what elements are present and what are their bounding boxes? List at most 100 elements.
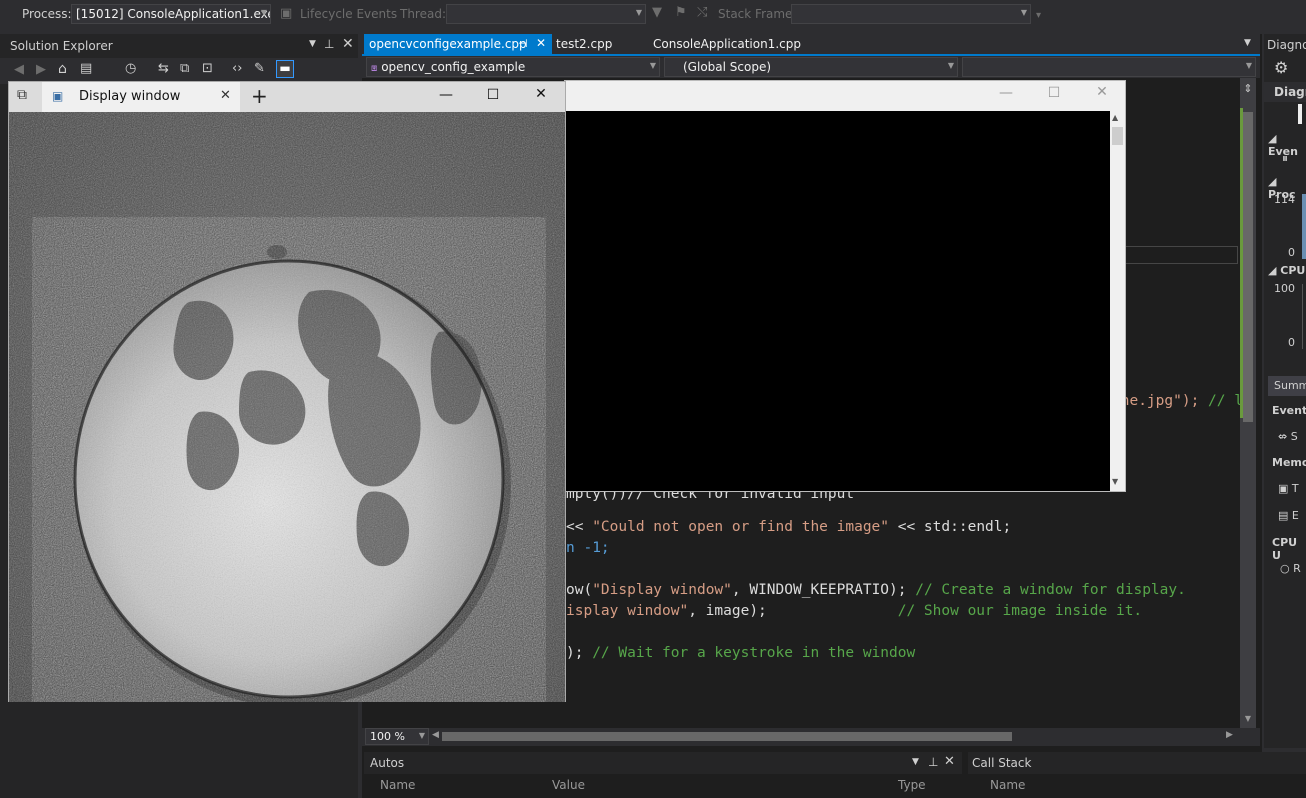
process-value: [15012] ConsoleApplication1.exe [76,7,271,21]
back-icon[interactable]: ◀ [14,62,24,77]
thread-combo[interactable]: ▼ [446,4,646,24]
collapse-all-icon[interactable]: ⧉ [180,61,189,76]
autos-col-value[interactable]: Value [552,778,585,792]
close-icon[interactable]: ✕ [220,88,231,103]
editor-nav-bar: ⧆ opencv_config_example ▼ (Global Scope)… [362,56,1260,78]
scrollbar-thumb[interactable] [1112,127,1123,145]
properties-icon[interactable]: ✎ [254,61,265,76]
record-cpu-item[interactable]: ○ R [1280,562,1301,575]
maximize-icon[interactable]: ☐ [1039,85,1069,101]
process-max-value: 114 [1274,193,1295,206]
code-string: "Display window" [592,582,732,598]
thread-label: Thread: [400,7,447,21]
scroll-up-icon[interactable]: ▲ [1112,113,1118,122]
flag-icon[interactable]: ⚑ [675,5,687,20]
camera-icon: ▣ [1278,482,1292,495]
code-line-imshow[interactable]: isplay window", image); // Show our imag… [566,603,1142,619]
maximize-icon[interactable]: ☐ [478,87,508,103]
solution-explorer-title: Solution Explorer [10,39,113,53]
horizontal-scrollbar-thumb[interactable] [442,732,1012,741]
events-show-item[interactable]: ⇎ S [1278,430,1298,443]
close-icon[interactable]: ✕ [1087,84,1117,100]
zoom-combo[interactable]: 100 % ▼ [365,728,429,745]
minimize-icon[interactable]: — [991,85,1021,101]
close-icon[interactable]: ✕ [536,36,546,50]
split-icon[interactable]: ⇕ [1240,82,1256,95]
project-combo-value: opencv_config_example [381,60,526,74]
editor-tab-strip: opencvconfigexample.cpp ⊣ ✕ test2.cpp Co… [362,34,1260,56]
take-snapshot-item[interactable]: ▣ T [1278,482,1299,495]
diagnostics-title: Diagno [1267,38,1306,52]
radio-icon: ○ [1280,562,1294,575]
minimize-icon[interactable]: — [431,87,461,103]
preview-icon[interactable]: ▬ [276,60,294,78]
settings-icon[interactable]: ⚙ [1274,58,1288,77]
switch-views-icon[interactable]: ▤ [80,61,92,76]
autos-panel: Autos ▼ ⊥ ✕ Name Value Type [364,752,962,798]
view-code-icon[interactable]: ‹› [232,61,242,76]
pin-icon[interactable]: ⊣ [518,37,528,50]
show-all-files-icon[interactable]: ⊡ [202,61,213,76]
code-text: ); [566,645,593,661]
callstack-col-name[interactable]: Name [990,778,1025,792]
heap-profiling-item[interactable]: ▤ E [1278,509,1299,522]
callstack-grid: Name [968,774,1306,798]
forward-icon[interactable]: ▶ [36,62,46,77]
history-icon[interactable]: ◷ [125,61,136,76]
lifecycle-events-button[interactable]: Lifecycle Events [300,7,397,21]
solution-explorer-header: Solution Explorer ▼ ⊥ ✕ [4,36,354,56]
process-min-value: 0 [1288,246,1295,259]
stack-frame-label: Stack Frame: [718,7,797,21]
console-scrollbar[interactable]: ▲ ▼ [1110,111,1125,491]
code-line-cout[interactable]: << "Could not open or find the image" <<… [566,519,1011,535]
scroll-left-icon[interactable]: ◀ [432,730,439,740]
tab-consoleapplication1[interactable]: ConsoleApplication1.cpp [653,34,801,54]
tab-opencvconfigexample[interactable]: opencvconfigexample.cpp ⊣ ✕ [364,34,552,54]
close-icon[interactable]: ✕ [526,86,556,102]
project-combo[interactable]: ⧆ opencv_config_example ▼ [366,57,660,77]
scope-combo[interactable]: (Global Scope) ▼ [664,57,958,77]
events-icon: ⇎ [1278,430,1291,443]
scroll-right-icon[interactable]: ▶ [1226,730,1233,740]
scroll-down-icon[interactable]: ▼ [1112,477,1118,486]
tab-list-icon[interactable]: ⧉ [17,87,27,103]
panel-dropdown-icon[interactable]: ▼ [309,39,316,49]
panel-dropdown-icon[interactable]: ▼ [912,757,919,767]
tab-list-dropdown-icon[interactable]: ▼ [1244,38,1251,48]
close-icon[interactable]: ✕ [944,754,955,769]
pause-icon[interactable]: ⏸ [1282,151,1288,166]
home-icon[interactable]: ⌂ [58,61,67,77]
toolbar-overflow-icon[interactable]: ▾ [1036,10,1041,21]
stack-frame-combo[interactable]: ▼ [791,4,1031,24]
events-item-label: S [1290,430,1298,443]
chevron-down-icon: ▼ [1245,61,1252,70]
sync-icon[interactable]: ⇆ [158,61,169,76]
cpu-usage-heading: CPU U [1272,536,1298,562]
code-line-imread[interactable]: une.jpg"); // l [1112,393,1243,409]
pin-icon[interactable]: ⊥ [928,755,938,769]
autos-col-name[interactable]: Name [380,778,415,792]
tab-test2[interactable]: test2.cpp [556,34,612,54]
diagnostics-session-bar: Diagn [1264,82,1306,102]
member-combo[interactable]: ▼ [962,57,1256,77]
process-combo[interactable]: [15012] ConsoleApplication1.exe ▼ [71,4,271,24]
display-window-tab[interactable]: ▣ Display window ✕ [42,82,240,112]
code-comment: // Show our image inside it. [897,603,1143,619]
expand-icon: ◢ [1268,264,1281,277]
new-tab-button[interactable]: + [251,84,268,108]
code-line-namedwindow[interactable]: ow("Display window", WINDOW_KEEPRATIO); … [566,582,1186,598]
close-icon[interactable]: ✕ [342,36,354,52]
code-line-return[interactable]: n -1; [566,540,610,556]
chevron-down-icon: ▼ [1020,8,1027,17]
code-comment: // Wait for a keystroke in the window [592,645,916,661]
cpu-section[interactable]: ◢ CPU [1268,264,1305,277]
pin-icon[interactable]: ⊥ [324,37,334,51]
scrollbar-thumb[interactable] [1243,112,1253,422]
filter-icon[interactable]: ▼ [652,5,662,20]
summary-tab[interactable]: Summ [1268,376,1306,396]
autos-col-type[interactable]: Type [898,778,926,792]
code-line-waitkey[interactable]: ); // Wait for a keystroke in the window [566,645,915,661]
scroll-down-icon[interactable]: ▼ [1240,714,1256,723]
chevron-down-icon: ▼ [635,8,642,17]
code-text: << [566,519,593,535]
